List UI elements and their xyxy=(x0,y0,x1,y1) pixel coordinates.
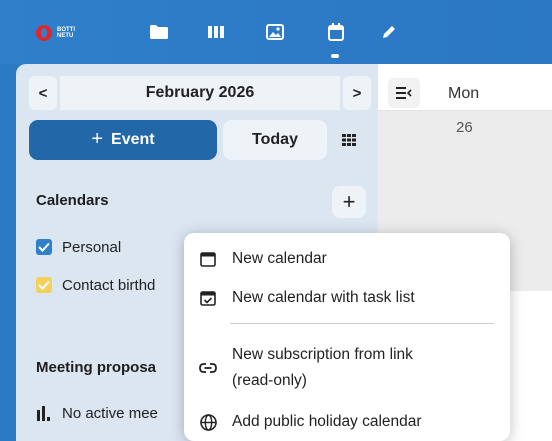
calendar-icon xyxy=(328,23,344,41)
folder-icon xyxy=(150,25,168,39)
calendars-heading: Calendars xyxy=(36,192,109,209)
calendar-item-label: Personal xyxy=(62,238,122,256)
menu-item-label: Add public holiday calendar xyxy=(232,413,422,430)
header-divider xyxy=(378,110,552,111)
calendar-blank-icon xyxy=(184,251,232,267)
menu-item-sublabel: (read-only) xyxy=(232,372,307,389)
no-meeting-proposals-label: No active mee xyxy=(62,404,158,422)
menu-item-label: New calendar with task list xyxy=(232,289,415,306)
checkbox-checked-icon[interactable] xyxy=(36,277,52,293)
collapse-sidebar-icon xyxy=(396,87,412,99)
files-app-button[interactable] xyxy=(143,18,175,46)
menu-item-label: New subscription from link xyxy=(232,346,413,363)
day-header-name: Mon xyxy=(448,85,480,102)
link-icon xyxy=(184,362,232,374)
top-app-bar: BOTTI NETU xyxy=(0,0,552,64)
calendar-item-personal[interactable]: Personal xyxy=(36,236,121,258)
new-event-label: Event xyxy=(111,131,155,148)
photos-app-button[interactable] xyxy=(259,18,291,46)
calendar-item-contact-birthdays[interactable]: Contact birthd xyxy=(36,274,155,296)
toggle-sidebar-button[interactable] xyxy=(388,78,420,108)
add-calendar-menu: New calendar New calendar with task list… xyxy=(184,233,510,441)
plus-icon: + xyxy=(91,127,104,150)
view-switcher-button[interactable] xyxy=(329,126,369,154)
previous-month-button[interactable]: < xyxy=(29,76,57,110)
bar-chart-icon xyxy=(37,406,50,421)
globe-icon xyxy=(184,413,232,431)
menu-item-new-calendar-task-list[interactable]: New calendar with task list xyxy=(184,285,510,311)
logo-text: BOTTI NETU xyxy=(57,27,75,39)
deck-app-button[interactable] xyxy=(200,18,232,46)
day-header-number[interactable]: 26 xyxy=(456,119,473,136)
new-event-button[interactable]: + Event xyxy=(29,120,217,160)
today-button[interactable]: Today xyxy=(223,120,327,160)
deck-icon xyxy=(208,26,224,38)
month-navigation: < February 2026 > xyxy=(29,76,371,110)
notes-app-button[interactable] xyxy=(373,18,405,46)
photos-icon xyxy=(266,24,284,40)
menu-item-new-subscription[interactable]: New subscription from link (read-only) xyxy=(184,341,510,395)
calendar-check-icon xyxy=(184,290,232,306)
menu-item-label: New calendar xyxy=(232,250,327,267)
logo-mark-icon xyxy=(36,25,52,41)
menu-item-new-calendar[interactable]: New calendar xyxy=(184,246,510,272)
no-meeting-proposals: No active mee xyxy=(36,402,158,424)
calendar-app-button[interactable] xyxy=(320,18,352,46)
calendar-item-label: Contact birthd xyxy=(62,276,156,294)
pencil-icon xyxy=(383,26,395,38)
app-logo[interactable]: BOTTI NETU xyxy=(36,23,96,43)
menu-item-add-holiday-calendar[interactable]: Add public holiday calendar xyxy=(184,409,510,435)
next-month-button[interactable]: > xyxy=(343,76,371,110)
grid-view-icon xyxy=(342,134,356,146)
menu-separator xyxy=(230,323,494,324)
meeting-proposals-heading: Meeting proposa xyxy=(36,359,157,376)
checkbox-checked-icon[interactable] xyxy=(36,239,52,255)
add-calendar-button[interactable]: + xyxy=(332,186,366,218)
month-picker[interactable]: February 2026 xyxy=(60,76,340,110)
active-app-indicator xyxy=(331,54,339,58)
